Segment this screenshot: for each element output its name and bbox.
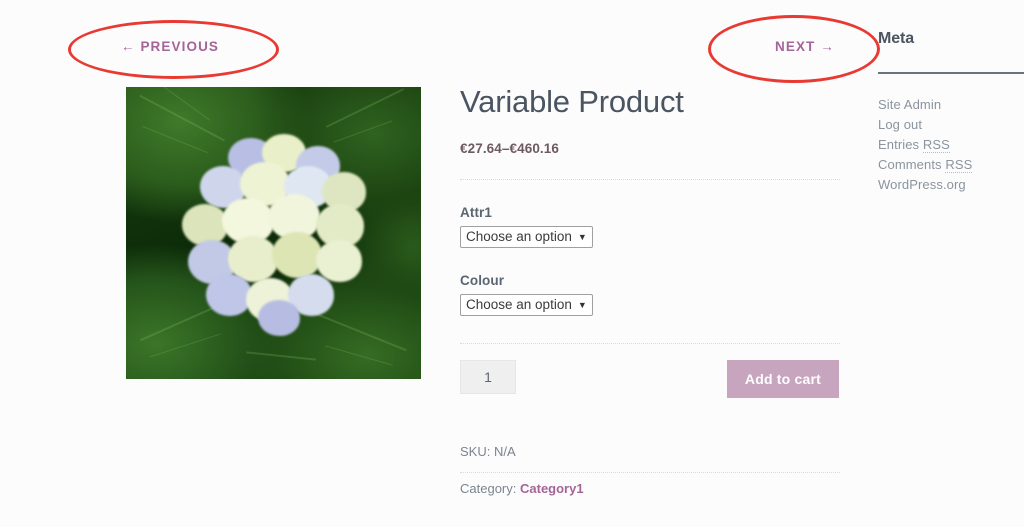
- sidebar-meta-widget: Meta Site Admin Log out Entries RSS Comm…: [878, 30, 1024, 195]
- product-price: €27.64–€460.16: [460, 140, 559, 156]
- product-summary: Variable Product €27.64–€460.16 Attr1 Ch…: [460, 84, 840, 502]
- attribute-select-attr1[interactable]: Choose an option ▼: [460, 225, 593, 248]
- sidebar-item-label[interactable]: Log out: [878, 117, 922, 132]
- sidebar-item-text: Comments: [878, 157, 946, 172]
- product-image[interactable]: [126, 87, 421, 379]
- sidebar-list: Site Admin Log out Entries RSS Comments …: [878, 74, 1024, 195]
- divider: [460, 471, 840, 473]
- sidebar-item-label[interactable]: Comments RSS: [878, 157, 973, 173]
- rss-abbr: RSS: [922, 137, 950, 153]
- sidebar-item-text: Entries: [878, 137, 923, 152]
- next-product-link[interactable]: NEXT →: [775, 39, 835, 54]
- page-title: Variable Product: [460, 84, 684, 119]
- sku-value: N/A: [493, 443, 516, 459]
- attribute-select-attr1-value: Choose an option: [466, 228, 572, 244]
- quantity-input[interactable]: 1: [460, 359, 516, 394]
- attribute-label-colour: Colour: [460, 272, 505, 288]
- sidebar-item-wordpress-org[interactable]: WordPress.org: [878, 175, 1024, 195]
- add-to-cart-form: 1 Add to cart: [460, 359, 840, 412]
- sidebar-item-site-admin[interactable]: Site Admin: [878, 95, 1024, 115]
- sidebar-item-label[interactable]: Entries RSS: [878, 137, 950, 153]
- previous-product-link[interactable]: ← PREVIOUS: [121, 39, 219, 54]
- hydrangea-bloom: [170, 132, 378, 337]
- sku-line: SKU: N/A: [460, 438, 840, 465]
- sku-label: SKU:: [460, 443, 491, 459]
- sidebar-item-entries-rss[interactable]: Entries RSS: [878, 135, 1024, 155]
- sidebar-item-label[interactable]: WordPress.org: [878, 177, 966, 192]
- category-link[interactable]: Category1: [520, 481, 584, 496]
- sidebar-item-label[interactable]: Site Admin: [878, 97, 941, 112]
- sidebar-item-log-out[interactable]: Log out: [878, 115, 1024, 135]
- attribute-label-attr1: Attr1: [460, 204, 493, 220]
- attribute-select-colour-value: Choose an option: [466, 296, 572, 312]
- add-to-cart-button[interactable]: Add to cart: [726, 359, 839, 398]
- chevron-down-icon: ▼: [577, 299, 587, 310]
- category-line: Category: Category1: [460, 475, 840, 502]
- product-meta: SKU: N/A Category: Category1: [460, 412, 840, 502]
- divider: [460, 342, 840, 344]
- sidebar-title: Meta: [878, 30, 915, 47]
- chevron-down-icon: ▼: [577, 231, 587, 242]
- attribute-select-colour[interactable]: Choose an option ▼: [460, 293, 593, 316]
- rss-abbr: RSS: [945, 157, 973, 173]
- sidebar-item-comments-rss[interactable]: Comments RSS: [878, 155, 1024, 175]
- category-label: Category:: [460, 480, 517, 496]
